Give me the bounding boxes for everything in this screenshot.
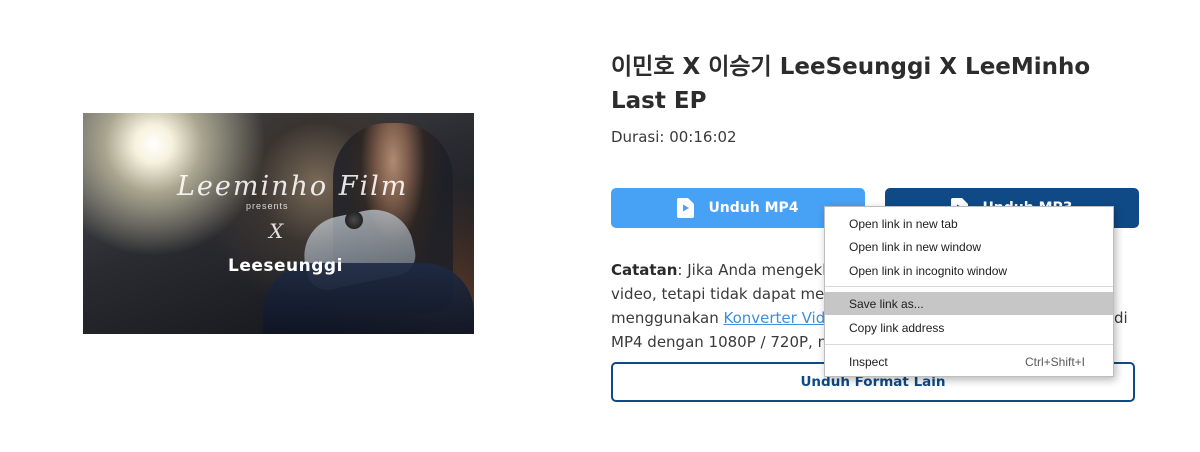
note-line-1: : Jika Anda mengekli — [677, 261, 831, 279]
menu-item-shortcut: Ctrl+Shift+I — [1024, 354, 1085, 369]
context-menu: Open link in new tab Open link in new wi… — [824, 206, 1114, 377]
menu-item-open-new-window[interactable]: Open link in new window — [825, 235, 1113, 258]
menu-separator — [825, 286, 1113, 287]
menu-item-open-incognito[interactable]: Open link in incognito window — [825, 259, 1113, 282]
menu-item-label: Open link in new tab — [849, 216, 958, 231]
video-converter-link[interactable]: Konverter Vid — [724, 309, 826, 327]
menu-item-save-link-as[interactable]: Save link as... — [825, 292, 1113, 315]
thumbnail-script-text: Leeminho Film — [177, 171, 409, 202]
note-line-3-prefix: menggunakan — [611, 309, 724, 327]
note-line-3-tail: di — [1114, 309, 1128, 327]
microphone-icon — [345, 211, 363, 229]
menu-item-label: Inspect — [849, 354, 888, 369]
menu-item-copy-link-address[interactable]: Copy link address — [825, 316, 1113, 339]
menu-item-inspect[interactable]: Inspect Ctrl+Shift+I — [825, 350, 1113, 373]
menu-item-label: Copy link address — [849, 320, 945, 335]
note-label: Catatan — [611, 261, 678, 279]
menu-item-label: Save link as... — [849, 296, 924, 311]
video-duration: Durasi: 00:16:02 — [611, 128, 737, 146]
menu-item-label: Open link in new window — [849, 239, 982, 254]
menu-separator — [825, 344, 1113, 345]
video-thumbnail: Leeminho Film presents X Leeseunggi — [83, 113, 474, 334]
thumbnail-brand-text: Leeseunggi — [228, 256, 343, 276]
thumbnail-x-text: X — [269, 219, 284, 243]
video-file-icon — [677, 198, 695, 218]
menu-item-label: Open link in incognito window — [849, 263, 1008, 278]
video-title: 이민호 X 이승기 LeeSeunggi X LeeMinho Last EP — [611, 54, 1091, 114]
menu-item-open-new-tab[interactable]: Open link in new tab — [825, 212, 1113, 235]
thumbnail-presents-text: presents — [246, 201, 289, 211]
download-mp4-label: Unduh MP4 — [708, 200, 799, 216]
